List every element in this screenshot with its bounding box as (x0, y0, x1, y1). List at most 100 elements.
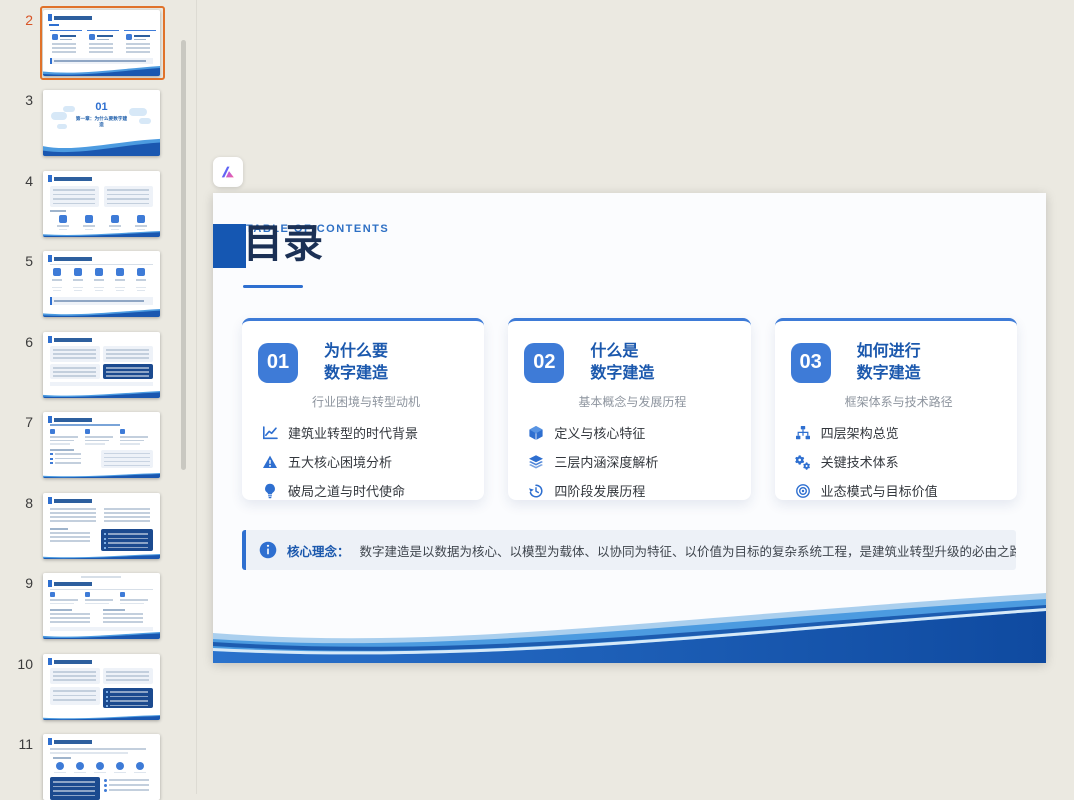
thumb-shape (124, 30, 156, 31)
thumb-shape (60, 38, 72, 40)
assistant-logo-button[interactable] (213, 157, 243, 187)
slide-number-4: 4 (25, 173, 33, 189)
thumb-shape (48, 175, 52, 182)
alert-triangle-icon (262, 454, 278, 470)
thumb-shape (50, 520, 96, 522)
thumb-wave-decoration (43, 231, 160, 237)
thumbnail-scrollbar[interactable] (181, 40, 186, 470)
thumb-shape (108, 537, 148, 539)
thumb-shape (108, 542, 148, 544)
thumb-shape (104, 512, 150, 514)
toc-item: 破局之道与时代使命 (262, 481, 484, 500)
thumb-shape (116, 290, 124, 291)
key-concept-bar: 核心理念： 数字建造是以数据为核心、以模型为载体、以协同为特征、以价值为目标的复… (242, 530, 1016, 570)
thumb-shape (53, 367, 96, 369)
thumb-shape (50, 621, 90, 623)
thumb-shape (108, 533, 148, 535)
thumb-shape (103, 617, 143, 619)
thumb-shape (106, 357, 149, 359)
toc-card-1[interactable]: 01 为什么要 数字建造 行业困境与转型动机 建筑业转型的时代背景 五大核心困境分… (242, 318, 485, 500)
slide-thumbnail-6[interactable] (43, 332, 160, 398)
thumb-shape (85, 439, 109, 441)
thumb-shape (73, 287, 83, 288)
thumb-shape (50, 602, 74, 604)
thumb-shape (54, 257, 92, 261)
thumb-shape (114, 772, 126, 774)
thumb-shape (104, 546, 106, 549)
thumb-shape (120, 602, 144, 604)
toc-card-3[interactable]: 03 如何进行 数字建造 框架体系与技术路径 四层架构总览 关键技术体系 业态模式… (774, 318, 1017, 500)
thumb-shape (76, 762, 84, 770)
thumb-shape (89, 51, 113, 53)
slide-thumbnail-2[interactable] (43, 10, 160, 76)
thumb-shape (54, 499, 92, 503)
thumb-shape (54, 740, 92, 744)
slide-canvas[interactable]: TABLE OF CONTENTS 目录 01 为什么要 数字建造 行业困境与转型… (213, 193, 1046, 663)
note-label: 核心理念： (287, 544, 350, 559)
thumb-shape (104, 457, 150, 459)
thumb-shape (54, 338, 92, 342)
toc-item: 四层架构总览 (795, 423, 1017, 442)
thumb-shape (50, 599, 78, 601)
thumb-shape (110, 700, 148, 702)
slide-number-9: 9 (25, 575, 33, 591)
thumb-shape (56, 762, 64, 770)
thumb-shape (74, 772, 86, 774)
slide-thumbnail-11[interactable] (43, 734, 160, 800)
thumb-shape (106, 353, 149, 355)
thumb-shape (120, 443, 140, 445)
line-chart-icon (262, 425, 278, 441)
slide-number-7: 7 (25, 414, 33, 430)
slide-thumbnail-10[interactable] (43, 654, 160, 720)
cube-icon (528, 425, 544, 441)
thumb-cover-number: 01 (95, 101, 108, 113)
thumb-shape (97, 34, 113, 37)
slide-number-10: 10 (17, 656, 33, 672)
thumb-shape (135, 225, 147, 227)
thumb-shape (95, 290, 103, 291)
card-header: 01 为什么要 数字建造 (258, 341, 484, 384)
thumb-shape (48, 255, 52, 262)
thumb-shape (73, 279, 83, 281)
card-title: 如何进行 数字建造 (856, 343, 921, 382)
thumb-shape (104, 508, 150, 510)
thumb-shape (116, 268, 124, 276)
thumb-shape (48, 416, 52, 423)
thumb-shape (116, 762, 124, 770)
thumb-shape (108, 546, 148, 548)
thumb-shape (54, 582, 92, 586)
toc-item: 业态模式与目标价值 (795, 481, 1017, 500)
thumb-shape (120, 436, 148, 438)
thumb-shape (53, 375, 96, 377)
slide-number-6: 6 (25, 334, 33, 350)
thumb-shape (103, 613, 143, 615)
slide-thumbnail-8[interactable] (43, 493, 160, 559)
thumb-wave-decoration (43, 715, 160, 720)
title-accent-rect (213, 224, 246, 268)
thumb-shape (55, 453, 81, 455)
toc-item: 定义与核心特征 (528, 423, 750, 442)
thumb-shape (106, 679, 149, 681)
thumb-shape (50, 627, 153, 631)
thumb-shape (50, 424, 120, 426)
thumb-shape (104, 542, 106, 544)
slide-thumbnail-5[interactable] (43, 251, 160, 317)
slide-thumbnail-7[interactable] (43, 412, 160, 478)
thumb-shape (53, 675, 96, 677)
toc-card-2[interactable]: 02 什么是 数字建造 基本概念与发展历程 定义与核心特征 三层内涵深度解析 四阶… (508, 318, 751, 500)
thumb-shape (137, 228, 145, 230)
thumb-shape (85, 429, 90, 434)
toc-item: 三层内涵深度解析 (528, 452, 750, 471)
toc-item: 五大核心困境分析 (262, 452, 484, 471)
thumb-shape (106, 375, 149, 377)
thumb-wave-decoration (43, 66, 160, 76)
slide-title: 目录 (243, 222, 323, 266)
slide-thumbnail-9[interactable] (43, 573, 160, 639)
thumb-shape (103, 609, 125, 611)
slide-thumbnail-4[interactable] (43, 171, 160, 237)
thumb-shape (106, 675, 149, 677)
slide-thumbnail-3[interactable]: 01 第一章：为什么要数字建造 (43, 90, 160, 156)
thumb-shape (54, 772, 66, 774)
card-number-badge: 02 (524, 342, 565, 383)
thumb-shape (48, 658, 52, 665)
